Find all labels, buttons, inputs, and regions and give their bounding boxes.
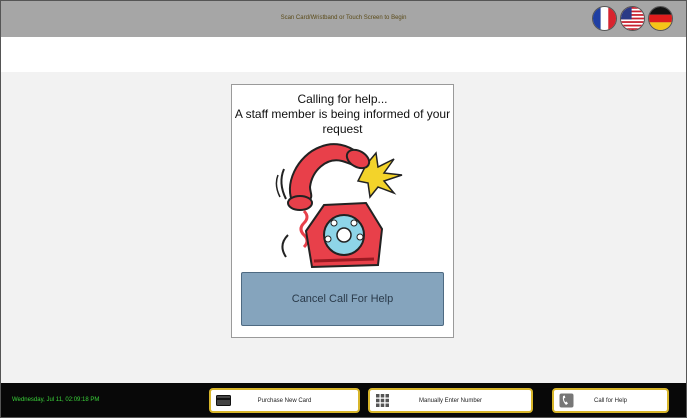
- card-icon: [216, 395, 231, 406]
- ringing-phone-icon: [275, 143, 403, 269]
- dialog-message: Calling for help... A staff member is be…: [232, 92, 453, 137]
- purchase-new-card-button[interactable]: Purchase New Card: [209, 388, 360, 413]
- bottom-bar: Wednesday, Jul 11, 02:09:18 PM Purchase …: [0, 383, 687, 418]
- dialog-subtitle: A staff member is being informed of your…: [234, 107, 451, 136]
- french-flag-icon[interactable]: [592, 6, 617, 31]
- dialog-title: Calling for help...: [297, 92, 388, 106]
- manually-enter-number-label: Manually Enter Number: [418, 397, 483, 404]
- cancel-call-button[interactable]: Cancel Call For Help: [241, 272, 444, 326]
- german-flag-icon[interactable]: [648, 6, 673, 31]
- call-for-help-button[interactable]: Call for Help: [552, 388, 669, 413]
- top-bar: Scan Card/Wristband or Touch Screen to B…: [0, 0, 687, 37]
- call-for-help-dialog: Calling for help... A staff member is be…: [231, 84, 454, 338]
- scan-prompt: Scan Card/Wristband or Touch Screen to B…: [280, 15, 407, 21]
- purchase-new-card-label: Purchase New Card: [257, 397, 312, 404]
- manually-enter-number-button[interactable]: Manually Enter Number: [368, 388, 533, 413]
- date-time-display: Wednesday, Jul 11, 02:09:18 PM: [12, 397, 100, 403]
- language-selector: [592, 6, 673, 31]
- us-flag-icon[interactable]: [620, 6, 645, 31]
- phone-icon: [559, 393, 574, 408]
- keypad-icon: [376, 394, 389, 407]
- header-spacer: [0, 37, 687, 72]
